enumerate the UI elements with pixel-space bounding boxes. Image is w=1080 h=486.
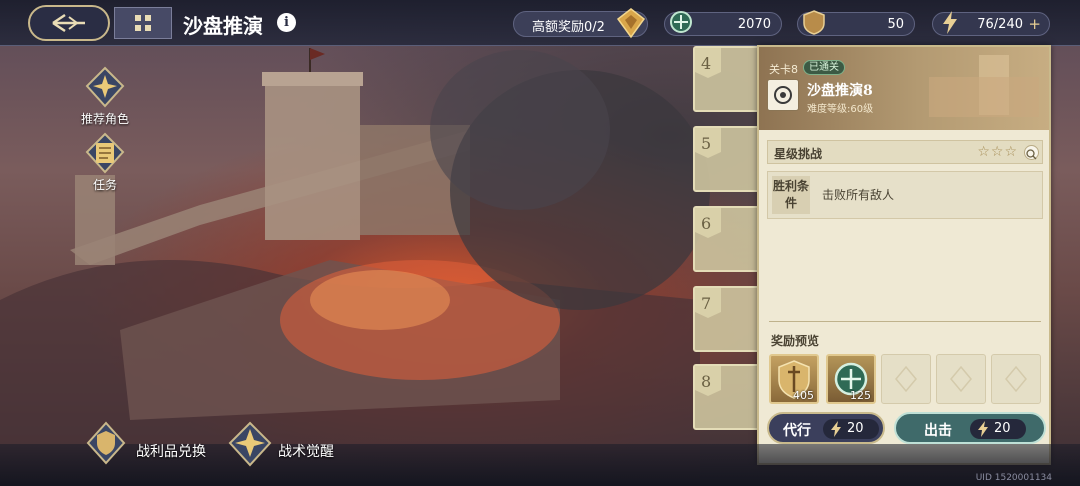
level-card-4[interactable]: 4 [693,46,763,112]
shield-token-icon [803,10,825,35]
lightning-icon [831,421,841,437]
victory-text: 击败所有敌人 [822,188,895,202]
shield-emblem-icon [86,421,126,465]
reward-count: 405 [793,389,814,402]
star-challenge-row[interactable]: 星级挑战 ☆☆☆ [767,140,1043,164]
menu-button[interactable] [114,7,172,39]
recommended-role-label: 推荐角色 [80,112,129,126]
green-coin-icon [670,11,692,33]
level-card-5[interactable]: 5 [693,126,763,192]
back-button[interactable] [28,5,110,41]
loot-exchange-button[interactable]: 战利品兑换 [84,421,214,465]
grid-menu-icon [135,15,151,31]
cleared-badge: 已通关 [803,60,845,75]
proxy-button[interactable]: 代行 20 [767,412,885,444]
sortie-button[interactable]: 出击 20 [894,412,1046,444]
user-id: UID 1520001134 [975,473,1052,483]
stage-id: 关卡8 [769,63,798,76]
victory-condition: 胜利条件 击败所有敌人 [767,171,1043,219]
sortie-label: 出击 [924,423,952,439]
rewards-title: 奖励预览 [771,334,820,348]
reward-slot-1[interactable]: 405 [769,354,819,404]
proxy-cost: 20 [823,419,879,439]
tactics-awaken-label: 战术觉醒 [278,444,334,460]
sortie-cost-value: 20 [994,421,1011,436]
castle-thumbnail-icon [929,55,1039,117]
level-card-8[interactable]: 8 [693,364,763,430]
stamina-value: 76/240 [977,17,1023,32]
level-card-6[interactable]: 6 [693,206,763,272]
task-label: 任务 [92,178,117,192]
high-reward-label: 高额奖励0/2 [532,20,605,35]
stage-name: 沙盘推演8 [807,83,873,99]
star-rating: ☆☆☆ [977,144,1018,160]
stage-header: 关卡8 已通关 沙盘推演8 难度等级:60级 [759,47,1049,130]
reward-slot-empty [881,354,931,404]
proxy-cost-value: 20 [847,421,864,436]
level-number: 4 [701,54,712,73]
reward-slot-2[interactable]: 125 [826,354,876,404]
star-compass-icon [228,421,272,467]
lightning-icon [978,421,988,437]
task-button[interactable]: 任务 [75,132,135,193]
stage-emblem-icon [767,79,799,111]
add-stamina-button[interactable]: + [1028,15,1041,33]
star-badge-icon [85,66,125,108]
victory-label: 胜利条件 [772,176,810,214]
info-icon[interactable]: i [277,13,296,32]
reward-count: 125 [850,389,871,402]
level-number: 8 [701,372,712,391]
level-card-7[interactable]: 7 [693,286,763,352]
reward-slot-empty [991,354,1041,404]
tactics-awaken-button[interactable]: 战术觉醒 [226,421,346,467]
reward-badge-icon [616,8,646,39]
star-challenge-label: 星级挑战 [774,147,823,161]
scroll-icon [85,132,125,174]
page-title: 沙盘推演 [183,14,263,38]
back-arrow-icon [52,13,85,33]
token-value: 50 [887,17,904,32]
stage-difficulty: 难度等级:60级 [807,104,874,115]
magnifier-icon[interactable] [1024,145,1039,160]
loot-exchange-label: 战利品兑换 [136,444,206,460]
recommended-role-button[interactable]: 推荐角色 [75,66,135,127]
level-number: 7 [701,294,712,313]
reward-slot-empty [936,354,986,404]
lightning-icon [943,11,957,34]
stage-detail-panel: 关卡8 已通关 沙盘推演8 难度等级:60级 星级挑战 ☆☆☆ 胜利条件 击败所… [757,45,1051,465]
sortie-cost: 20 [970,419,1026,439]
divider [769,321,1041,322]
coin-value: 2070 [737,17,771,32]
level-number: 5 [701,134,712,153]
level-number: 6 [701,214,712,233]
proxy-label: 代行 [783,423,811,439]
